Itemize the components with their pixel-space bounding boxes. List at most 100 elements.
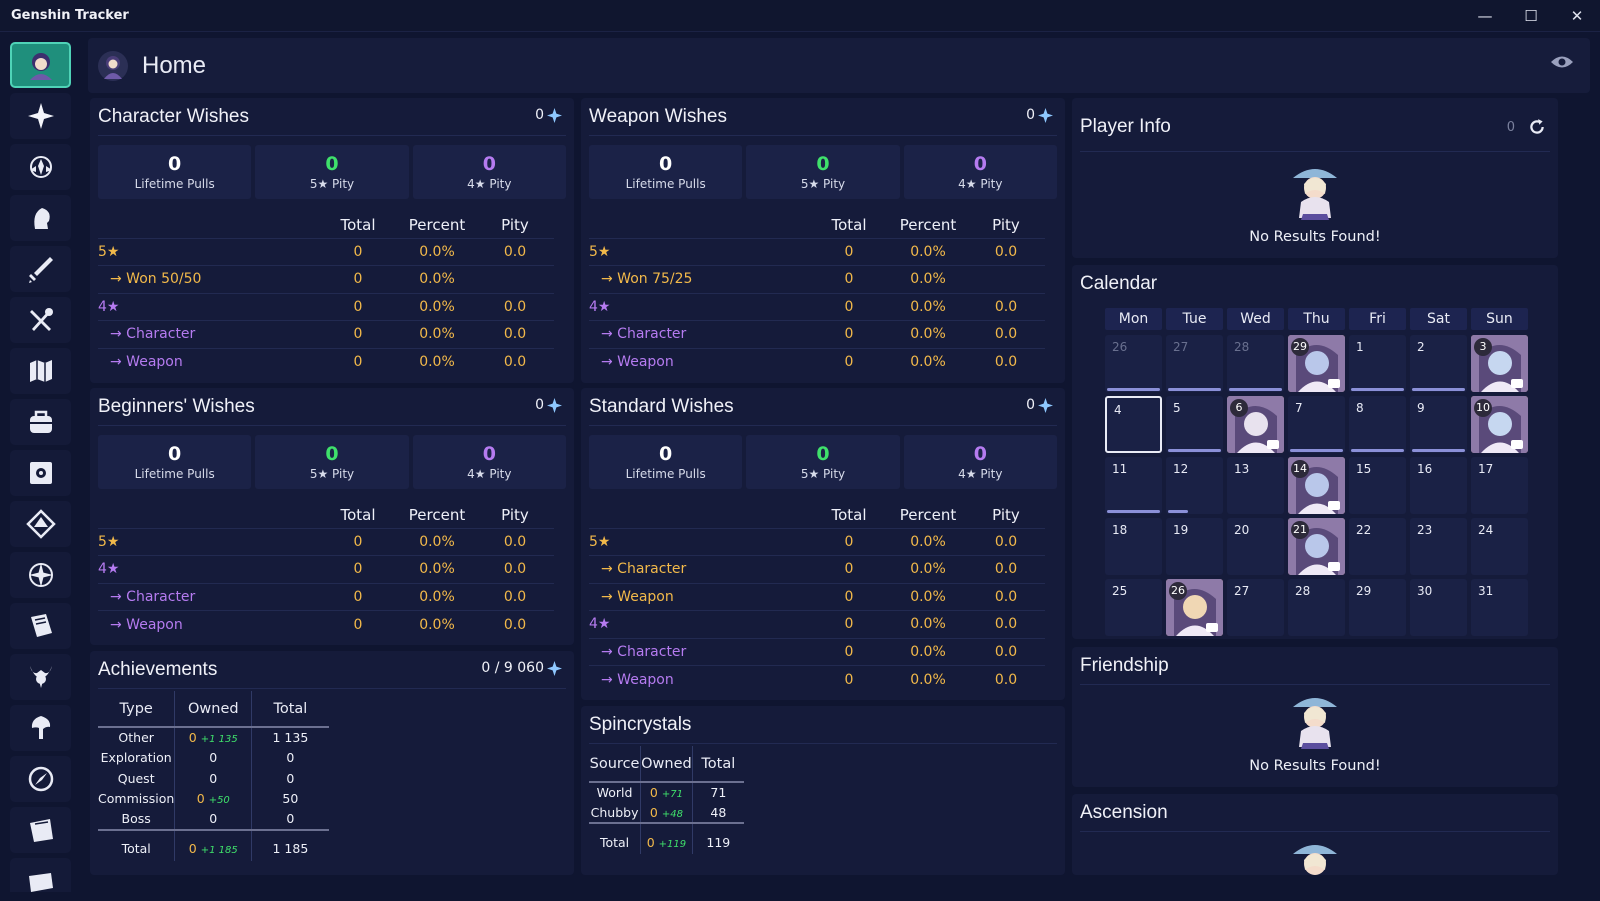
- sidebar-item-weapons[interactable]: [10, 246, 71, 292]
- bag-icon: [29, 410, 52, 433]
- calendar-day-birthday[interactable]: 29: [1288, 335, 1345, 392]
- stat-label: 4★ Pity: [467, 466, 512, 481]
- event-bar: [1107, 510, 1160, 513]
- calendar-day[interactable]: 9: [1410, 396, 1467, 453]
- calendar-day[interactable]: 11: [1105, 457, 1162, 514]
- sidebar-item-quests[interactable]: [10, 807, 71, 853]
- calendar-day[interactable]: 29: [1349, 579, 1406, 636]
- table-row: 5★ 0 0.0% 0.0: [98, 527, 554, 556]
- column-header: Pity: [992, 215, 1020, 234]
- sidebar-item-characters[interactable]: [10, 195, 71, 241]
- calendar-day[interactable]: 4: [1105, 396, 1162, 453]
- sidebar-item-books[interactable]: [10, 603, 71, 649]
- calendar-day[interactable]: 28: [1227, 335, 1284, 392]
- day-number: 6: [1230, 399, 1248, 417]
- day-number: 26: [1112, 340, 1128, 354]
- calendar-day[interactable]: 2: [1410, 335, 1467, 392]
- day-number: 12: [1173, 462, 1189, 476]
- divider: [1080, 684, 1550, 685]
- sidebar-item-domains[interactable]: [10, 705, 71, 751]
- bonus-value: +48: [661, 808, 683, 820]
- calendar-day[interactable]: 27: [1227, 579, 1284, 636]
- table-row: → Character 0 0.0% 0.0: [589, 555, 1045, 583]
- calendar-day[interactable]: 23: [1410, 518, 1467, 575]
- sidebar-item-notes[interactable]: [10, 858, 71, 892]
- sidebar-item-map[interactable]: [10, 348, 71, 394]
- eye-icon[interactable]: [1550, 54, 1574, 74]
- calendar-day[interactable]: 16: [1410, 457, 1467, 514]
- sidebar-item-inventory[interactable]: [10, 399, 71, 445]
- sidebar-item-talents[interactable]: [10, 552, 71, 598]
- bonus-value: +71: [661, 789, 683, 801]
- row-pity: 0.0: [967, 610, 1045, 638]
- table-header: Source Owned Total: [589, 746, 744, 783]
- event-bar: [1351, 449, 1404, 452]
- sidebar-item-home[interactable]: [10, 42, 71, 88]
- owned-value: 0: [209, 750, 218, 766]
- calendar-day-birthday[interactable]: 14: [1288, 457, 1345, 514]
- calendar-day[interactable]: 30: [1410, 579, 1467, 636]
- sidebar-item-achievements[interactable]: [10, 144, 71, 190]
- sidebar-item-elements[interactable]: [10, 501, 71, 547]
- close-button[interactable]: ✕: [1554, 0, 1600, 32]
- calendar-day-birthday[interactable]: 6: [1227, 396, 1284, 453]
- calendar-day-birthday[interactable]: 21: [1288, 518, 1345, 575]
- calendar-day[interactable]: 17: [1471, 457, 1528, 514]
- table-row: 5★ 0 0.0% 0.0: [98, 237, 554, 266]
- calendar-day[interactable]: 1: [1349, 335, 1406, 392]
- minimize-button[interactable]: —: [1462, 0, 1508, 32]
- calendar-day[interactable]: 8: [1349, 396, 1406, 453]
- calendar-day[interactable]: 7: [1288, 396, 1345, 453]
- paimon-icon: [1293, 169, 1337, 220]
- row-label: Commission: [98, 791, 175, 807]
- row-label: Chubby: [590, 804, 639, 820]
- refresh-icon[interactable]: [1528, 118, 1546, 136]
- event-bar: [1290, 449, 1343, 452]
- row-pity: 0.0: [967, 582, 1045, 611]
- sidebar-item-wishes[interactable]: [10, 93, 71, 139]
- calendar-day[interactable]: 24: [1471, 518, 1528, 575]
- table-header: Total Percent Pity: [589, 212, 1045, 238]
- calendar-day[interactable]: 19: [1166, 518, 1223, 575]
- calendar-day-birthday[interactable]: 26: [1166, 579, 1223, 636]
- calendar-day[interactable]: 28: [1288, 579, 1345, 636]
- wish-count-text: 0: [1026, 107, 1035, 123]
- sidebar-item-bosses[interactable]: [10, 654, 71, 700]
- calendar-day[interactable]: 12: [1166, 457, 1223, 514]
- calendar-day[interactable]: 15: [1349, 457, 1406, 514]
- sidebar-item-food[interactable]: [10, 297, 71, 343]
- row-owned: 0: [174, 809, 252, 830]
- character-wishes-panel: Character Wishes 0 0 Lifetime Pulls 0 5★ Pity…: [90, 98, 574, 383]
- calendar-day[interactable]: 20: [1227, 518, 1284, 575]
- row-percent: 0.0%: [398, 292, 476, 321]
- calendar-day[interactable]: 31: [1471, 579, 1528, 636]
- maximize-button[interactable]: ☐: [1508, 0, 1554, 32]
- table-row: → Character 0 0.0% 0.0: [98, 582, 554, 611]
- table-row: Exploration 0 0: [98, 747, 329, 768]
- calendar-day[interactable]: 22: [1349, 518, 1406, 575]
- calendar-day-birthday[interactable]: 10: [1471, 396, 1528, 453]
- calendar-day[interactable]: 27: [1166, 335, 1223, 392]
- column-header: Total: [831, 505, 867, 524]
- calendar-day[interactable]: 18: [1105, 518, 1162, 575]
- calendar-day-birthday[interactable]: 3: [1471, 335, 1528, 392]
- table-row: Other 0 +1 135 1 135: [98, 727, 329, 748]
- character-avatar-icon: [29, 53, 52, 80]
- day-number: 10: [1474, 399, 1492, 417]
- owned-value: 0: [646, 834, 655, 850]
- stat-label: 5★ Pity: [800, 176, 846, 191]
- panel-title: Weapon Wishes: [589, 106, 727, 127]
- weekday-label: Fri: [1349, 308, 1406, 330]
- table-row: World 0 +71 71: [589, 782, 744, 803]
- table-header: Type Owned Total: [98, 691, 329, 728]
- row-total: 0: [318, 347, 398, 376]
- sidebar-item-artifacts[interactable]: [10, 450, 71, 496]
- calendar-day[interactable]: 13: [1227, 457, 1284, 514]
- divider: [1080, 831, 1550, 832]
- calendar-day[interactable]: 25: [1105, 579, 1162, 636]
- calendar-day[interactable]: 26: [1105, 335, 1162, 392]
- calendar-day[interactable]: 5: [1166, 396, 1223, 453]
- sidebar-item-expeditions[interactable]: [10, 756, 71, 802]
- day-number: 18: [1112, 523, 1128, 537]
- row-owned: 0 +50: [174, 788, 252, 809]
